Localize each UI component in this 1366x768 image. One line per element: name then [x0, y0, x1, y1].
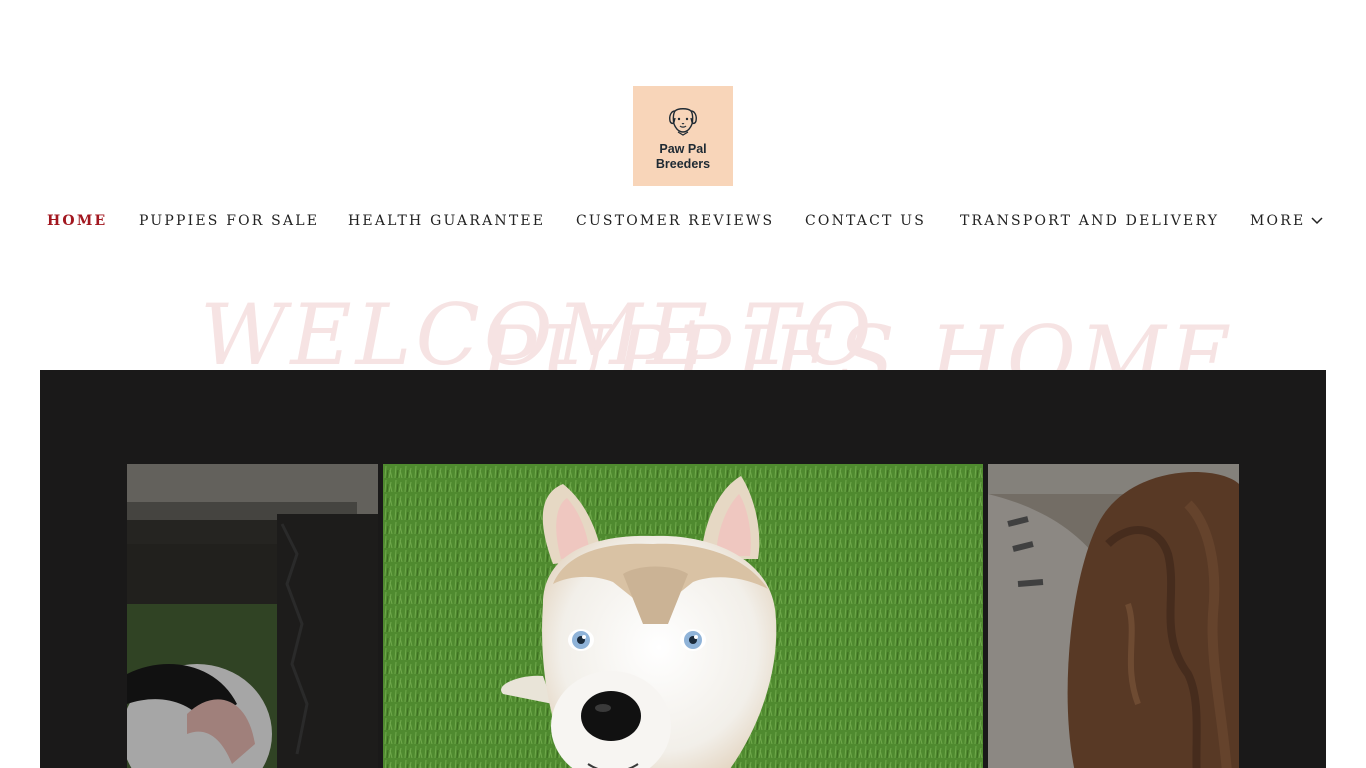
nav-item-more[interactable]: MORE	[1250, 213, 1324, 229]
page: Paw Pal Breeders HOME PUPPIES FOR SALE H…	[0, 0, 1366, 768]
nav-item-customer-reviews[interactable]: CUSTOMER REVIEWS	[576, 213, 774, 229]
site-logo[interactable]: Paw Pal Breeders	[633, 86, 733, 186]
gallery-slide-left[interactable]	[127, 464, 378, 768]
gallery-slide-main[interactable]	[383, 464, 983, 768]
nav-item-puppies-for-sale[interactable]: PUPPIES FOR SALE	[139, 213, 319, 229]
logo-text-line2: Breeders	[655, 157, 711, 171]
logo-text-line1: Paw Pal	[659, 142, 707, 156]
main-navigation: HOME PUPPIES FOR SALE HEALTH GUARANTEE C…	[47, 211, 1327, 233]
dog-head-icon	[669, 108, 697, 136]
hero-script-heading: WELCOME TO PUPPIES HOME	[0, 290, 1366, 370]
hero-script-line2: PUPPIES HOME	[480, 308, 1236, 370]
gallery-slide-right[interactable]	[988, 464, 1239, 768]
nav-item-contact-us[interactable]: CONTACT US	[805, 213, 926, 229]
nav-item-transport-and-delivery[interactable]: TRANSPORT AND DELIVERY	[960, 213, 1219, 229]
nav-item-health-guarantee[interactable]: HEALTH GUARANTEE	[348, 213, 545, 229]
photo-gallery	[40, 370, 1326, 768]
brown-curly-puppy-photo	[988, 464, 1239, 768]
husky-puppy-on-grass-photo	[383, 464, 983, 768]
nav-item-more-label: MORE	[1250, 213, 1306, 229]
nav-item-home[interactable]: HOME	[47, 213, 107, 229]
chevron-down-icon	[1311, 217, 1323, 225]
puppy-under-bench-photo	[127, 464, 378, 768]
